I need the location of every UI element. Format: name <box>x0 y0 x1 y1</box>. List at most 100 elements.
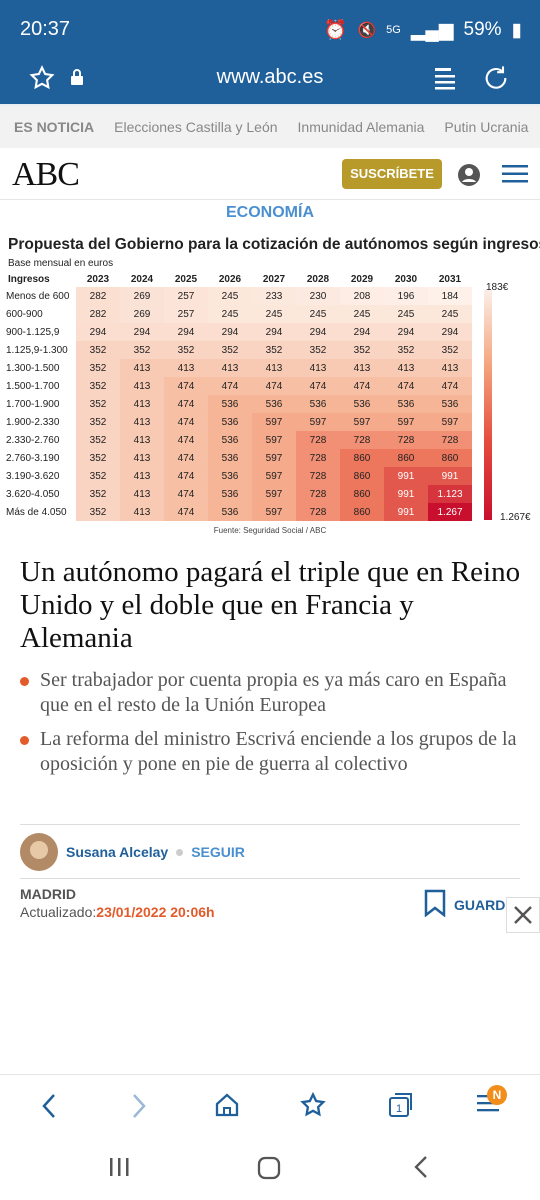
table-cell: 728 <box>428 431 472 449</box>
table-row: 1.125,9-1.300 352 352 352 352 352 352 352 352 352 <box>6 341 472 359</box>
system-nav-bar <box>0 1138 540 1200</box>
reload-icon[interactable] <box>482 64 510 97</box>
table-row: 2.760-3.190 352 413 474 536 597 728 860 860 860 <box>6 449 472 467</box>
table-cell: 474 <box>164 449 208 467</box>
table-cell: 413 <box>208 359 252 377</box>
row-label: 3.190-3.620 <box>6 467 76 485</box>
reader-mode-icon[interactable] <box>432 64 458 97</box>
system-back-icon[interactable] <box>410 1154 432 1185</box>
table-cell: 991 <box>428 467 472 485</box>
updated-label: Actualizado: <box>20 904 97 920</box>
mute-icon: 🔇 <box>357 22 377 39</box>
table-cell: 474 <box>164 485 208 503</box>
topic-link[interactable]: Inmunidad Alemania <box>298 119 425 135</box>
table-cell: 184 <box>428 287 472 305</box>
site-header: ABC SUSCRÍBETE <box>0 148 540 200</box>
chart-title: Propuesta del Gobierno para la cotizació… <box>8 236 540 253</box>
bookmarks-icon[interactable] <box>299 1091 327 1124</box>
forward-icon[interactable] <box>128 1091 150 1126</box>
bullet-dot <box>20 736 29 745</box>
column-header: 2028 <box>306 274 330 285</box>
column-header: 2031 <box>438 274 462 285</box>
close-ad-button[interactable] <box>506 897 540 933</box>
row-label: 1.300-1.500 <box>6 359 76 377</box>
table-cell: 257 <box>164 287 208 305</box>
table-cell: 597 <box>296 413 340 431</box>
table-cell: 597 <box>252 413 296 431</box>
home-button-icon[interactable] <box>257 1156 281 1185</box>
table-cell: 282 <box>76 287 120 305</box>
topic-label: ES NOTICIA <box>14 119 95 135</box>
table-cell: 474 <box>208 377 252 395</box>
author-avatar[interactable] <box>20 833 58 871</box>
table-cell: 536 <box>208 449 252 467</box>
status-icons: ⏰ 🔇 5G ▂▄▆ 59% ▮ <box>324 18 522 42</box>
summary-text: Ser trabajador por cuenta propia es ya m… <box>40 669 507 716</box>
table-cell: 474 <box>164 377 208 395</box>
user-account-icon[interactable] <box>457 163 481 192</box>
table-cell: 413 <box>120 395 164 413</box>
table-cell: 536 <box>208 395 252 413</box>
table-cell: 269 <box>120 305 164 323</box>
topic-link[interactable]: Putin Ucrania <box>444 119 528 135</box>
table-cell: 196 <box>384 287 428 305</box>
table-cell: 597 <box>340 413 384 431</box>
author-name[interactable]: Susana Alcelay <box>66 844 168 860</box>
table-cell: 413 <box>120 431 164 449</box>
table-cell: 294 <box>296 323 340 341</box>
contribution-table-chart: Propuesta del Gobierno para la cotizació… <box>0 230 540 540</box>
table-cell: 474 <box>384 377 428 395</box>
table-cell: 474 <box>252 377 296 395</box>
table-cell: 991 <box>384 467 428 485</box>
table-cell: 413 <box>120 485 164 503</box>
table-cell: 245 <box>252 305 296 323</box>
home-icon[interactable] <box>213 1091 241 1124</box>
table-cell: 352 <box>296 341 340 359</box>
table-cell: 474 <box>164 467 208 485</box>
table-cell: 245 <box>208 287 252 305</box>
table-cell: 860 <box>340 503 384 521</box>
section-label[interactable]: ECONOMÍA <box>0 204 540 222</box>
summary-text: La reforma del ministro Escrivá enciende… <box>40 728 517 775</box>
row-label: 2.760-3.190 <box>6 449 76 467</box>
table-cell: 728 <box>296 431 340 449</box>
updated-timestamp: Actualizado:23/01/2022 20:06h <box>20 904 215 920</box>
save-article-button[interactable]: GUARDA <box>424 889 515 920</box>
column-header: 2026 <box>218 274 242 285</box>
subscribe-button[interactable]: SUSCRÍBETE <box>342 159 442 189</box>
abc-logo[interactable]: ABC <box>12 156 80 194</box>
signal-icon: ▂▄▆ <box>410 19 454 41</box>
table-cell: 991 <box>384 485 428 503</box>
topic-link[interactable]: Elecciones Castilla y León <box>114 119 277 135</box>
url-text[interactable]: www.abc.es <box>0 66 540 89</box>
back-icon[interactable] <box>38 1091 60 1126</box>
table-cell: 597 <box>252 449 296 467</box>
table-cell: 860 <box>384 449 428 467</box>
table-cell: 728 <box>296 503 340 521</box>
row-label: Más de 4.050 <box>6 503 76 521</box>
recent-apps-icon[interactable] <box>108 1156 130 1183</box>
table-cell: 282 <box>76 305 120 323</box>
column-header: 2029 <box>350 274 374 285</box>
svg-text:1: 1 <box>396 1103 402 1115</box>
table-row: Menos de 600 282 269 257 245 233 230 208 196 184 <box>6 287 472 305</box>
table-cell: 597 <box>252 485 296 503</box>
table-cell: 413 <box>384 359 428 377</box>
network-label: 5G <box>386 24 401 36</box>
table-cell: 294 <box>208 323 252 341</box>
table-cell: 860 <box>428 449 472 467</box>
tabs-icon[interactable]: 1 <box>387 1091 415 1124</box>
table-cell: 352 <box>76 431 120 449</box>
alarm-icon: ⏰ <box>323 20 348 41</box>
color-scale-legend <box>484 290 492 520</box>
table-cell: 474 <box>164 431 208 449</box>
table-cell: 474 <box>164 395 208 413</box>
table-cell: 413 <box>428 359 472 377</box>
table-cell: 536 <box>252 395 296 413</box>
follow-button[interactable]: SEGUIR <box>191 844 245 860</box>
summary-bullet: Ser trabajador por cuenta propia es ya m… <box>20 668 525 718</box>
table-row: 3.620-4.050 352 413 474 536 597 728 860 991 1.123 <box>6 485 472 503</box>
table-cell: 294 <box>120 323 164 341</box>
hamburger-menu-icon[interactable] <box>502 164 528 189</box>
table-cell: 536 <box>296 395 340 413</box>
